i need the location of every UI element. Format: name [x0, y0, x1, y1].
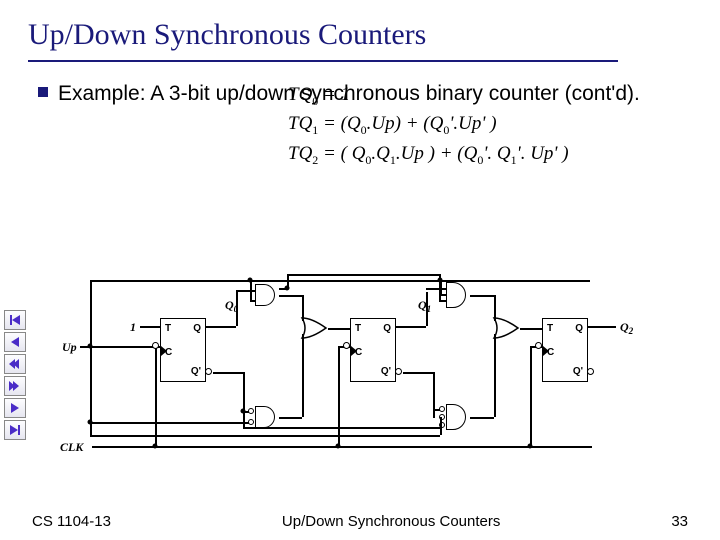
circuit-diagram: 1 Up CLK T C Q Q' Q0: [60, 280, 670, 470]
ff-port-t: T: [355, 323, 361, 334]
next-button[interactable]: [4, 398, 26, 418]
output-label-q2: Q2: [620, 320, 633, 336]
or-gate: [492, 316, 522, 340]
footer-left: CS 1104-13: [32, 513, 111, 530]
inversion-bubble-icon: [535, 342, 542, 349]
flipflop-2: T C Q Q': [542, 318, 588, 382]
signal-label-one: 1: [130, 320, 136, 335]
prev-button[interactable]: [4, 332, 26, 352]
flipflop-0: T C Q Q': [160, 318, 206, 382]
page-title: Up/Down Synchronous Counters: [28, 18, 692, 52]
ff-port-t: T: [547, 323, 553, 334]
clock-triangle-icon: [351, 346, 357, 356]
footer-center: Up/Down Synchronous Counters: [282, 513, 500, 530]
equation-line: TQ2 = ( Q0.Q1.Up ) + (Q0'. Q1'. Up' ): [288, 140, 692, 169]
fast-prev-button[interactable]: [4, 354, 26, 374]
inversion-bubble-icon: [152, 342, 159, 349]
slide-footer: CS 1104-13 Up/Down Synchronous Counters …: [0, 513, 720, 530]
slideshow-toolbar: [4, 310, 26, 440]
signal-label-up: Up: [62, 340, 77, 355]
clock-triangle-icon: [543, 346, 549, 356]
inversion-bubble-icon: [395, 368, 402, 375]
ff-port-q: Q: [193, 323, 201, 334]
footer-right: 33: [671, 513, 688, 530]
ff-port-qprime: Q': [381, 366, 391, 377]
ff-port-qprime: Q': [573, 366, 583, 377]
square-bullet-icon: [38, 87, 48, 97]
output-label-q1: Q1: [418, 298, 431, 314]
ff-port-t: T: [165, 323, 171, 334]
ff-port-q: Q: [575, 323, 583, 334]
inversion-bubble-icon: [205, 368, 212, 375]
equation-line: TQ1 = (Q0.Up) + (Q0'.Up' ): [288, 110, 692, 139]
flipflop-1: T C Q Q': [350, 318, 396, 382]
ff-port-q: Q: [383, 323, 391, 334]
bullet-item: Example: A 3-bit up/down synchronous bin…: [38, 80, 692, 107]
ff-port-qprime: Q': [191, 366, 201, 377]
signal-label-clk: CLK: [60, 440, 83, 455]
clock-triangle-icon: [161, 346, 167, 356]
next-end-button[interactable]: [4, 420, 26, 440]
or-gate: [300, 316, 330, 340]
prev-end-button[interactable]: [4, 310, 26, 330]
fast-next-button[interactable]: [4, 376, 26, 396]
inversion-bubble-icon: [587, 368, 594, 375]
inversion-bubble-icon: [343, 342, 350, 349]
title-underline: [28, 60, 618, 62]
